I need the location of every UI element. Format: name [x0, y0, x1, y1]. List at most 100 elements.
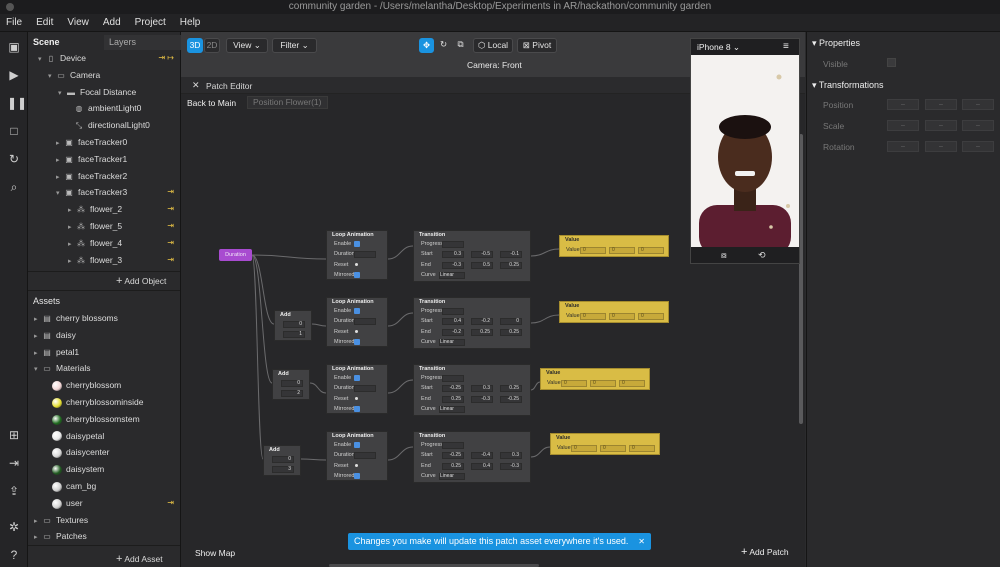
mode-2d-button[interactable]: 2D	[204, 38, 220, 53]
value-field[interactable]: 0	[571, 445, 597, 452]
end-field[interactable]: -0.3	[471, 395, 493, 403]
start-field[interactable]: 0.25	[500, 385, 522, 393]
add-field[interactable]: 0	[283, 321, 305, 328]
add-node[interactable]: Add 0 3	[263, 445, 301, 476]
material-item[interactable]: cam_bg	[28, 478, 180, 494]
menu-file[interactable]: File	[6, 17, 22, 28]
material-item[interactable]: cherryblossom	[28, 377, 180, 393]
scene-item-flower-4[interactable]: ▸ ⁂ flower_4 ⇥	[28, 235, 180, 251]
transform-field[interactable]: –	[962, 141, 994, 152]
scene-item-flower-3[interactable]: ▸ ⁂ flower_3 ⇥	[28, 252, 180, 268]
pivot-button[interactable]: ⊠ Pivot	[517, 38, 557, 53]
refresh-icon[interactable]: ↻	[7, 152, 21, 166]
reset-dot-icon[interactable]	[355, 329, 358, 333]
material-item[interactable]: user ⇥	[28, 495, 180, 511]
start-field[interactable]: 0	[500, 318, 522, 326]
progress-field[interactable]	[442, 375, 464, 382]
curve-select[interactable]: Linear	[439, 272, 465, 280]
start-field[interactable]: -0.1	[500, 251, 522, 259]
disclosure-arrow-icon[interactable]: ▾	[56, 186, 64, 202]
asset-folder[interactable]: ▸ ▭ Patches	[28, 528, 180, 544]
transition-node[interactable]: Transition Progress Start 0.4 -0.2 0 End -0.2 0.…	[413, 297, 531, 349]
disclosure-arrow-icon[interactable]: ▸	[56, 153, 64, 169]
reset-dot-icon[interactable]	[355, 262, 358, 266]
start-field[interactable]: 0.4	[442, 318, 464, 326]
checkbox-icon[interactable]	[354, 339, 360, 346]
view-dropdown[interactable]: View ⌄	[226, 38, 268, 53]
pause-icon[interactable]: ❚❚	[7, 96, 27, 110]
scene-item-device[interactable]: ▾ ▯ Device ⇥ ↦	[28, 50, 180, 66]
asset-item[interactable]: ▾ ▭ Materials	[28, 360, 180, 376]
value-field[interactable]: 0	[638, 313, 664, 320]
duration-field[interactable]	[354, 452, 376, 460]
disclosure-arrow-icon[interactable]: ▾	[38, 52, 46, 68]
asset-item[interactable]: ▸ ▤ cherry blossoms	[28, 310, 180, 326]
link-icon[interactable]: ⇥	[167, 235, 174, 251]
show-map-button[interactable]: Show Map	[195, 548, 235, 558]
add-object-button[interactable]: + Add Object	[116, 275, 166, 287]
checkbox-icon[interactable]	[354, 442, 360, 448]
end-field[interactable]: -0.3	[500, 462, 522, 470]
import-icon[interactable]: ⊞	[7, 428, 21, 442]
loop-animation-node[interactable]: Loop Animation Enable Duration Reset Mirrore…	[326, 230, 388, 280]
end-field[interactable]: -0.25	[500, 395, 522, 403]
disclosure-arrow-icon[interactable]: ▸	[68, 237, 76, 253]
scene-item-facetracker0[interactable]: ▸ ▣ faceTracker0	[28, 134, 180, 150]
start-field[interactable]: -0.25	[442, 452, 464, 460]
link-icon[interactable]: ⇥	[167, 184, 174, 200]
transform-field[interactable]: –	[887, 99, 919, 110]
disclosure-arrow-icon[interactable]: ▸	[68, 220, 76, 236]
visible-checkbox[interactable]	[887, 58, 896, 67]
disclosure-arrow-icon[interactable]: ▾	[58, 86, 66, 102]
start-field[interactable]: 0.3	[471, 385, 493, 393]
add-field[interactable]: 3	[272, 466, 294, 474]
end-field[interactable]: 0.25	[442, 462, 464, 470]
value-field[interactable]: 0	[590, 380, 616, 387]
transform-field[interactable]: –	[925, 99, 957, 110]
checkbox-icon[interactable]	[354, 406, 360, 413]
start-field[interactable]: -0.25	[442, 385, 464, 393]
help-icon[interactable]: ?	[7, 548, 21, 562]
transform-field[interactable]: –	[962, 120, 994, 131]
add-node[interactable]: Add 0 1	[274, 310, 312, 341]
rotate-device-icon[interactable]: ⟲	[758, 250, 766, 261]
local-button[interactable]: ⬡ Local	[473, 38, 513, 53]
video-icon[interactable]: ▶	[7, 68, 21, 82]
transform-field[interactable]: –	[887, 141, 919, 152]
disclosure-arrow-icon[interactable]: ▸	[68, 203, 76, 219]
start-field[interactable]: 0.3	[442, 251, 464, 259]
material-item[interactable]: daisycenter	[28, 444, 180, 460]
duration-field[interactable]	[354, 251, 376, 259]
checkbox-icon[interactable]	[354, 308, 360, 314]
device-preview[interactable]: iPhone 8 ⌄ ≡ ⧇ ⟲	[690, 38, 800, 264]
start-field[interactable]: -0.4	[471, 452, 493, 460]
properties-title[interactable]: ▾ Properties	[812, 38, 860, 49]
scene-item-facetracker3[interactable]: ▾ ▣ faceTracker3 ⇥	[28, 184, 180, 200]
progress-field[interactable]	[442, 442, 464, 449]
link-icon[interactable]: ⇥	[167, 495, 174, 511]
value-field[interactable]: 0	[561, 380, 587, 387]
value-field[interactable]: 0	[580, 247, 606, 254]
menu-add[interactable]: Add	[103, 17, 121, 28]
end-field[interactable]: 0.25	[471, 328, 493, 336]
transform-field[interactable]: –	[925, 120, 957, 131]
transform-field[interactable]: –	[962, 99, 994, 110]
curve-select[interactable]: Linear	[439, 339, 465, 347]
loop-animation-node[interactable]: Loop Animation Enable Duration Reset Mirrore…	[326, 431, 388, 481]
menu-view[interactable]: View	[67, 17, 89, 28]
device-selector[interactable]: iPhone 8 ⌄	[697, 42, 740, 53]
scene-item-ambientlight0[interactable]: ◍ ambientLight0	[28, 100, 180, 116]
value-field[interactable]: 0	[619, 380, 645, 387]
loop-animation-node[interactable]: Loop Animation Enable Duration Reset Mirrore…	[326, 364, 388, 414]
end-field[interactable]: 0.4	[471, 462, 493, 470]
value-node[interactable]: Value Value 0 0 0	[559, 235, 669, 257]
mode-3d-button[interactable]: 3D	[187, 38, 203, 53]
duration-node[interactable]: Duration	[219, 249, 252, 261]
add-field[interactable]: 1	[283, 331, 305, 339]
curve-select[interactable]: Linear	[439, 473, 465, 481]
window-close-icon[interactable]	[6, 3, 14, 11]
checkbox-icon[interactable]	[354, 241, 360, 247]
scene-item-camera[interactable]: ▾ ▭ Camera	[28, 67, 180, 83]
value-node[interactable]: Value Value 0 0 0	[540, 368, 650, 390]
menu-edit[interactable]: Edit	[36, 17, 53, 28]
